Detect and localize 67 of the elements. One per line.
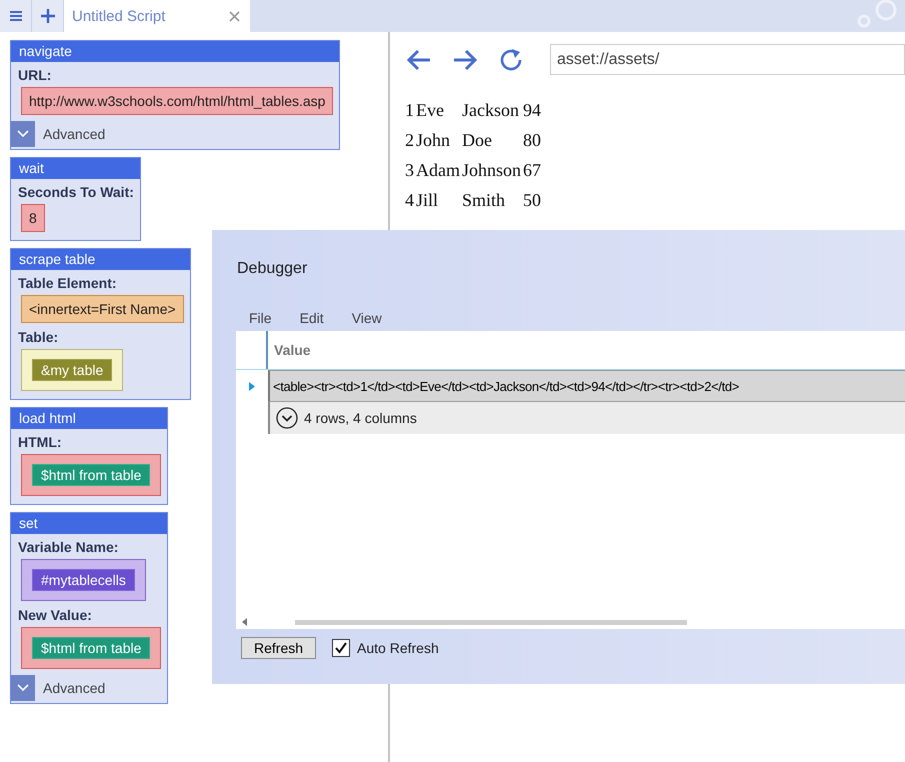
variable-chip[interactable]: #mytablecells: [32, 569, 135, 591]
variable-chip[interactable]: &my table: [32, 359, 112, 381]
table-cell-text: Jill: [415, 188, 440, 212]
input-field[interactable]: 8: [21, 204, 45, 232]
table-cell-text: Smith: [461, 188, 506, 212]
block-title: scrape table: [11, 249, 190, 270]
input-field[interactable]: http://www.w3schools.com/html/html_tables.asp: [21, 87, 334, 115]
field-label: Seconds To Wait:: [18, 184, 134, 200]
grid-cell[interactable]: <table><tr><td>1</td><td>Eve</td><td>Jackson</td><td>94</td></tr><tr><td>2</td>: [268, 370, 905, 402]
plus-icon[interactable]: [40, 8, 56, 24]
value-slot[interactable]: &my table: [21, 349, 124, 391]
table-cell-text: Johnson: [461, 158, 522, 182]
value-slot[interactable]: #mytablecells: [21, 559, 146, 601]
expand-button[interactable]: [11, 121, 35, 147]
table-cell-text: 3: [404, 158, 415, 182]
refresh-button[interactable]: Refresh: [241, 637, 316, 659]
table-cell-text: 1: [404, 98, 415, 122]
block-title: wait: [11, 158, 140, 179]
block-title: set: [11, 513, 168, 534]
table-cell-text: 2: [404, 128, 415, 152]
menu-item[interactable]: Edit: [300, 310, 324, 326]
tab-title[interactable]: Untitled Script: [72, 8, 166, 24]
table-cell-text: John: [415, 128, 452, 152]
variable-chip[interactable]: $html from table: [32, 464, 150, 486]
table-cell-text: 80: [522, 128, 542, 152]
script-tab[interactable]: Untitled Script: [64, 0, 250, 32]
scroll-left-icon[interactable]: [242, 618, 247, 626]
close-icon[interactable]: [229, 10, 240, 22]
field-label: Table:: [18, 329, 58, 345]
value-slot[interactable]: $html from table: [21, 627, 162, 669]
window-title: Debugger: [237, 260, 308, 278]
menu-icon[interactable]: [8, 9, 22, 23]
table-cell-text: Jackson: [461, 98, 520, 122]
field-label: HTML:: [18, 434, 62, 450]
table-cell-text: 50: [522, 188, 542, 212]
menu-button[interactable]: [0, 0, 32, 32]
field-label: Table Element:: [18, 275, 117, 291]
menu-item[interactable]: File: [249, 310, 272, 326]
address-field[interactable]: asset://assets/: [550, 44, 905, 75]
advanced-label: Advanced: [43, 680, 106, 696]
expand-icon[interactable]: [276, 407, 298, 429]
chevron-down-icon[interactable]: [17, 684, 29, 692]
table-cell-text: Doe: [461, 128, 493, 152]
scrollbar-thumb[interactable]: [295, 620, 687, 624]
block-title: navigate: [11, 41, 340, 62]
table-cell-text: 67: [522, 158, 542, 182]
table-cell-text: Adam: [415, 158, 461, 182]
menu-item[interactable]: View: [352, 310, 382, 326]
variable-chip[interactable]: $html from table: [32, 637, 150, 659]
table-cell-text: 94: [522, 98, 542, 122]
input-field[interactable]: <innertext=First Name>: [21, 295, 184, 323]
row-summary: 4 rows, 4 columns: [304, 410, 417, 426]
expand-button[interactable]: [11, 675, 35, 701]
column-header[interactable]: Value: [268, 331, 317, 369]
checkmark-icon: [334, 641, 348, 655]
checkbox[interactable]: [332, 639, 350, 657]
table-cell-text: 4: [404, 188, 415, 212]
advanced-label: Advanced: [43, 126, 106, 142]
block-title: load html: [11, 408, 168, 429]
value-slot[interactable]: $html from table: [21, 454, 162, 496]
field-label: New Value:: [18, 607, 92, 623]
table-cell-text: Eve: [415, 98, 445, 122]
checkbox-label[interactable]: Auto Refresh: [357, 640, 439, 656]
field-label: Variable Name:: [18, 539, 118, 555]
chevron-down-icon[interactable]: [17, 130, 29, 138]
add-tab-button[interactable]: [32, 0, 64, 32]
field-label: URL:: [18, 67, 52, 83]
